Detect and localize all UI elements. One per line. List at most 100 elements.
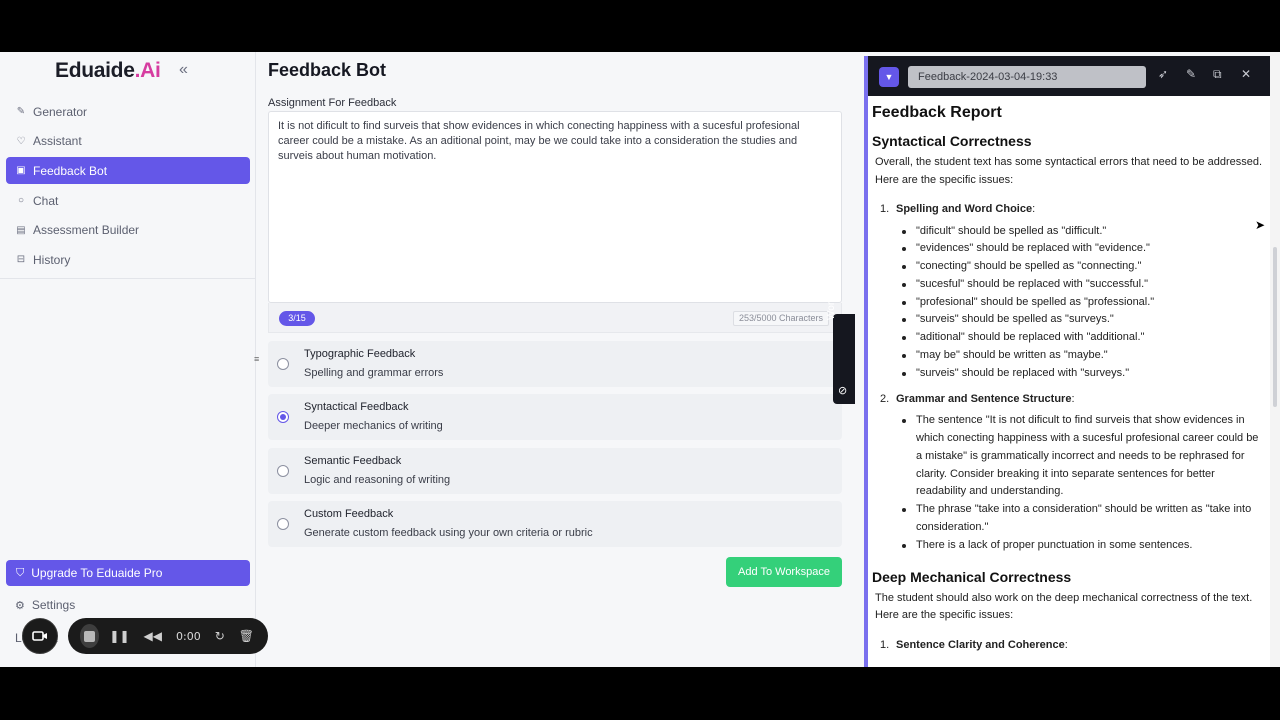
close-icon[interactable]: ✕ (1241, 67, 1251, 81)
option-typographic-feedback[interactable]: Typographic Feedback Spelling and gramma… (268, 341, 842, 387)
list-item-title: Sentence Clarity and Coherence (896, 638, 1065, 651)
page-scrollbar[interactable] (1270, 52, 1280, 667)
list-item-title: Grammar and Sentence Structure (896, 392, 1072, 405)
bullet-item: The phrase "take into a consideration" s… (902, 501, 1266, 537)
option-description: Logic and reasoning of writing (304, 474, 451, 486)
scrollbar-thumb[interactable] (1273, 247, 1277, 407)
stop-button[interactable] (80, 624, 100, 648)
stop-icon (84, 630, 96, 642)
chat-bubble-icon: ○ (17, 195, 25, 207)
section-intro: The student should also work on the deep… (875, 591, 1253, 622)
collapse-sidebar-icon[interactable]: « (179, 61, 188, 79)
option-title: Custom Feedback (304, 508, 394, 520)
list-item: 1. Spelling and Word Choice: (872, 201, 1266, 219)
sidebar-item-label: Generator (33, 104, 88, 119)
page-indicator-badge[interactable]: 3/15 (279, 311, 315, 326)
textarea-footer: 3/15 253/5000 Characters (268, 303, 842, 333)
sidebar-item-label: Assistant (33, 134, 82, 149)
workspace-tab[interactable]: Workspace ⊘ (826, 270, 855, 404)
shield-icon: ⛉ (16, 566, 25, 579)
list-item: 2. Grammar and Sentence Structure: (872, 391, 1266, 409)
bullet-item: "surveis" should be spelled as "surveys.… (902, 311, 1266, 329)
bullet-item: "conecting" should be spelled as "connec… (902, 258, 1266, 276)
brand-suffix: .Ai (134, 59, 161, 82)
bullet-item: "surveis" should be replaced with "surve… (902, 365, 1266, 383)
sidebar-item-assessment-builder[interactable]: ▤ Assessment Builder (6, 217, 250, 244)
radio-button-selected[interactable] (277, 411, 289, 423)
list-number: 1. (880, 203, 890, 215)
bullet-item: "may be" should be written as "maybe." (902, 347, 1266, 365)
document-name-input[interactable] (908, 66, 1146, 88)
screen-recorder: ❚❚ ◀◀ 0:00 ↻ 🗑 (22, 618, 268, 654)
option-title: Semantic Feedback (304, 455, 402, 467)
option-description: Spelling and grammar errors (304, 367, 444, 379)
sidebar-item-label: Assessment Builder (33, 223, 140, 238)
list-item-title: Spelling and Word Choice (896, 203, 1033, 215)
rewind-icon[interactable]: ◀◀ (144, 629, 162, 643)
sidebar-item-chat[interactable]: ○ Chat (6, 187, 250, 214)
panel-header: ▼ ➶ ✎ ⧉ ✕ (868, 56, 1270, 96)
camera-toggle-button[interactable] (22, 618, 58, 654)
chevron-down-icon[interactable]: ▼ (879, 67, 899, 87)
radio-button[interactable] (277, 465, 289, 477)
section-heading: Deep Mechanical Correctness (872, 568, 1072, 585)
pencil-icon[interactable]: ✎ (1186, 67, 1196, 81)
pause-icon[interactable]: ❚❚ (109, 629, 129, 643)
sidebar-item-feedback-bot[interactable]: ▣ Feedback Bot (6, 157, 250, 185)
mouse-cursor-icon: ➤ (1255, 218, 1266, 232)
bullet-item: "aditional" should be replaced with "add… (902, 329, 1266, 347)
bullet-item: "sucesful" should be replaced with "succ… (902, 276, 1266, 294)
bullet-item: There is a lack of proper punctuation in… (902, 537, 1266, 555)
eye-off-icon: ⊘ (838, 385, 848, 397)
option-custom-feedback[interactable]: Custom Feedback Generate custom feedback… (268, 501, 842, 547)
section-heading: Syntactical Correctness (872, 133, 1032, 149)
workspace-tab-label: Workspace (826, 270, 837, 320)
option-title: Typographic Feedback (304, 348, 416, 360)
sidebar-item-generator[interactable]: ✎ Generator (6, 98, 250, 125)
option-syntactical-feedback[interactable]: Syntactical Feedback Deeper mechanics of… (268, 394, 842, 440)
bullet-item: The sentence "It is not dificult to find… (902, 412, 1266, 501)
sidebar-item-assistant[interactable]: ♡ Assistant (6, 128, 250, 155)
add-to-workspace-button[interactable]: Add To Workspace (726, 557, 842, 587)
sparkle-icon: ✎ (16, 106, 26, 117)
list-item: 1. Sentence Clarity and Coherence: (872, 637, 1266, 655)
bullet-list: The sentence "It is not dificult to find… (872, 412, 1266, 554)
option-title: Syntactical Feedback (304, 401, 409, 413)
sidebar-item-label: Chat (33, 193, 59, 208)
radio-button[interactable] (277, 358, 289, 370)
upgrade-label: Upgrade To Eduaide Pro (31, 566, 163, 580)
app-window: Eduaide.Ai « ✎ Generator ♡ Assistant ▣ F… (0, 52, 1280, 667)
list-number: 1. (880, 638, 890, 651)
settings-link[interactable]: ⚙ Settings (15, 598, 75, 612)
video-camera-icon (32, 631, 47, 641)
bullet-item: "evidences" should be replaced with "evi… (902, 240, 1266, 258)
sidebar: Eduaide.Ai « ✎ Generator ♡ Assistant ▣ F… (0, 52, 256, 667)
upgrade-button[interactable]: ⛉ Upgrade To Eduaide Pro (6, 560, 250, 586)
assignment-textarea[interactable]: It is not dificult to find surveis that … (268, 111, 842, 303)
recorder-controls: ❚❚ ◀◀ 0:00 ↻ 🗑 (68, 618, 268, 654)
trash-icon[interactable]: 🗑 (239, 629, 254, 643)
option-semantic-feedback[interactable]: Semantic Feedback Logic and reasoning of… (268, 448, 842, 494)
bullet-list: "dificult" should be spelled as "difficu… (872, 223, 1266, 383)
copy-icon[interactable]: ⧉ (1213, 67, 1222, 82)
character-count: 253/5000 Characters (732, 311, 829, 326)
clipboard-icon: ▤ (16, 224, 26, 236)
brand-logo[interactable]: Eduaide.Ai (55, 59, 161, 83)
option-description: Deeper mechanics of writing (304, 420, 443, 432)
bullet-item: "profesional" should be spelled as "prof… (902, 294, 1266, 312)
recording-timer: 0:00 (176, 629, 201, 643)
rocket-icon[interactable]: ➶ (1158, 67, 1168, 81)
radio-button[interactable] (277, 518, 289, 530)
bullet-item: "dificult" should be spelled as "difficu… (902, 223, 1266, 241)
section-intro: Overall, the student text has some synta… (875, 156, 1263, 186)
sidebar-item-label: Feedback Bot (33, 163, 108, 178)
sidebar-item-history[interactable]: ⊟ History (6, 246, 250, 273)
gear-icon: ⚙ (15, 599, 25, 612)
restart-icon[interactable]: ↻ (215, 629, 225, 643)
settings-label: Settings (31, 598, 76, 612)
option-description: Generate custom feedback using your own … (304, 527, 593, 539)
sidebar-divider (0, 278, 256, 279)
bot-icon: ▣ (16, 165, 26, 177)
page-title: Feedback Bot (268, 60, 387, 80)
main-content: Feedback Bot Assignment For Feedback It … (256, 52, 854, 667)
